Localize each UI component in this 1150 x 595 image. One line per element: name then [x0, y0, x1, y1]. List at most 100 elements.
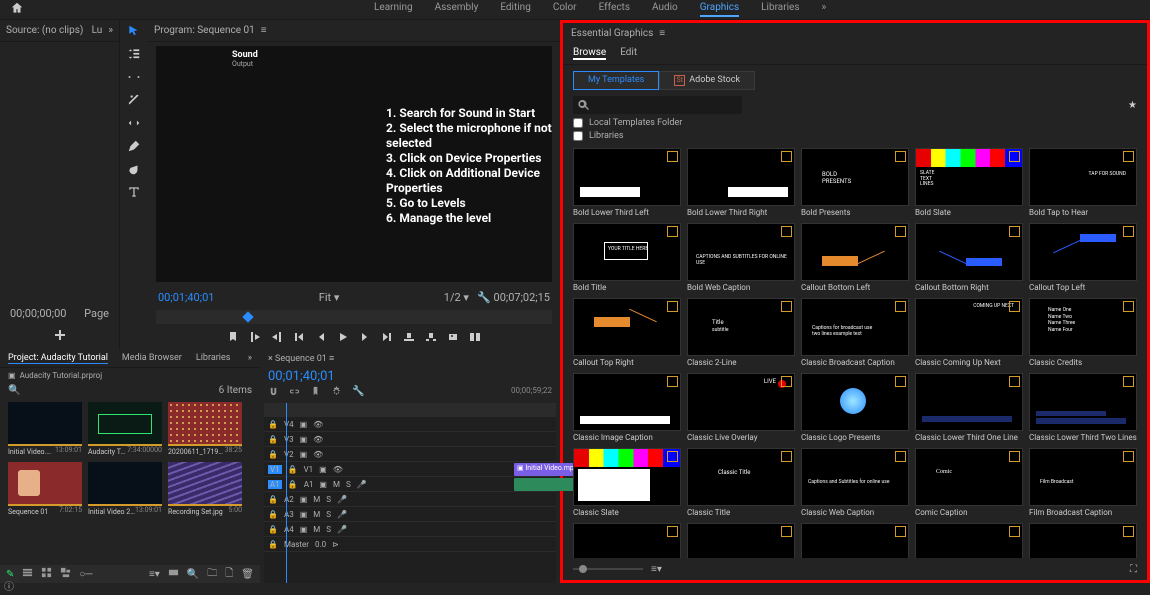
timeline-timecode[interactable]: 00;01;40;01 [268, 369, 552, 384]
ws-libraries[interactable]: Libraries [761, 2, 799, 17]
ws-audio[interactable]: Audio [652, 2, 678, 17]
bin-item[interactable]: 20200611_171937...38:25 [168, 402, 242, 456]
libraries-checkbox[interactable] [573, 131, 583, 141]
eg-template-item[interactable]: Bold Lower Third Right [687, 148, 795, 217]
adobe-stock-button[interactable]: StAdobe Stock [659, 71, 755, 90]
local-templates-checkbox[interactable] [573, 118, 583, 128]
slip-icon[interactable] [127, 116, 141, 133]
goto-out-icon[interactable] [381, 331, 393, 346]
overflow-icon[interactable]: » [108, 25, 113, 36]
eg-template-item[interactable]: Classic Lower Third Two Lines [1029, 373, 1137, 442]
goto-in-icon[interactable] [293, 331, 305, 346]
step-back-icon[interactable] [315, 331, 327, 346]
list-view-icon[interactable] [22, 567, 33, 581]
ws-effects[interactable]: Effects [599, 2, 630, 17]
track-select-icon[interactable] [127, 47, 141, 64]
eg-template-item[interactable] [573, 523, 681, 558]
eg-template-item[interactable]: Classic Lower Third One Line [915, 373, 1023, 442]
eg-template-item[interactable]: Classic Slate [573, 448, 681, 517]
eg-template-item[interactable]: Callout Bottom Right [915, 223, 1023, 292]
new-bin-icon[interactable]: 🗀 [207, 566, 217, 583]
eg-template-item[interactable]: Captions and Subtitles for online useCla… [801, 448, 909, 517]
sequence-tab[interactable]: × Sequence 01 ≡ [268, 353, 334, 364]
type-icon[interactable] [127, 185, 141, 202]
eg-template-item[interactable]: BOLDPRESENTSBold Presents [801, 148, 909, 217]
eg-template-item[interactable]: Name OneName TwoName ThreeName FourClass… [1029, 298, 1137, 367]
eg-template-item[interactable]: SLATETEXTLINESBold Slate [915, 148, 1023, 217]
eg-template-item[interactable]: LIVEClassic Live Overlay [687, 373, 795, 442]
ws-editing[interactable]: Editing [500, 2, 531, 17]
ws-learning[interactable]: Learning [374, 2, 413, 17]
play-icon[interactable] [337, 331, 349, 346]
favorite-icon[interactable]: ★ [1128, 100, 1137, 111]
program-in-tc[interactable]: 00;01;40;01 [158, 291, 214, 304]
eg-template-item[interactable]: CAPTIONS AND SUBTITLES FOR ONLINE USEBol… [687, 223, 795, 292]
eg-template-item[interactable]: Captions for broadcast usetwo lines exam… [801, 298, 909, 367]
project-tab[interactable]: Project: Audacity Tutorial [8, 353, 108, 364]
new-item-icon[interactable]: 🗋 [225, 566, 233, 583]
marker2-icon[interactable] [310, 386, 321, 400]
thumbnail-size-slider[interactable] [573, 568, 643, 570]
my-templates-button[interactable]: My Templates [573, 71, 659, 90]
panel-menu-icon[interactable]: ≡ [261, 25, 267, 36]
ws-color[interactable]: Color [553, 2, 577, 17]
home-icon[interactable] [10, 1, 24, 18]
icon-view-icon[interactable] [41, 567, 52, 581]
eg-template-item[interactable]: COMING UP NEXTClassic Coming Up Next [915, 298, 1023, 367]
hand-icon[interactable] [127, 162, 141, 179]
sort-icon[interactable]: ≡▾ [651, 564, 662, 575]
program-scrubber[interactable] [156, 310, 552, 324]
bin-item[interactable]: Recording Set.jpg5:00 [168, 462, 242, 516]
auto-match-icon[interactable] [168, 567, 179, 581]
bin-item[interactable]: Sequence 017:02:15 [8, 462, 82, 516]
program-monitor[interactable]: Sound Output 1. Search for Sound in Star… [156, 46, 552, 282]
bin-item[interactable]: Audacity Tuto...7:34:00000 [88, 402, 162, 456]
razor-icon[interactable] [127, 93, 141, 110]
eg-template-item[interactable] [915, 523, 1023, 558]
settings-icon[interactable] [331, 386, 342, 400]
eg-template-item[interactable] [1029, 523, 1137, 558]
eg-template-item[interactable]: Callout Bottom Left [801, 223, 909, 292]
bin-item[interactable]: Initial Video 2...13:09:01 [88, 462, 162, 516]
eg-search-input[interactable] [573, 96, 742, 114]
ripple-edit-icon[interactable] [127, 70, 141, 87]
libraries-tab[interactable]: Libraries [196, 353, 231, 364]
eg-template-item[interactable]: Classic TitleClassic Title [687, 448, 795, 517]
freeform-icon[interactable] [60, 567, 71, 581]
timeline-tracks[interactable]: 🔒V4▣👁 🔒V3▣👁 🔒V2▣👁 V1🔒V1▣👁▣ Initial Video… [264, 417, 556, 583]
eg-template-item[interactable]: Classic Image Caption [573, 373, 681, 442]
sort-icon[interactable]: ≡▾ [149, 569, 160, 580]
eg-template-grid[interactable]: Bold Lower Third LeftBold Lower Third Ri… [563, 144, 1147, 558]
in-point-icon[interactable] [249, 331, 261, 346]
overflow-icon[interactable]: » [248, 353, 252, 364]
eg-template-item[interactable] [687, 523, 795, 558]
eg-template-item[interactable]: TitlesubtitleClassic 2-Line [687, 298, 795, 367]
timeline-ruler[interactable] [264, 403, 556, 417]
wrench-icon[interactable]: 🔧 [352, 386, 364, 400]
panel-menu-icon[interactable]: ≡ [659, 28, 665, 39]
zoom-slider-icon[interactable]: ○─ [79, 569, 92, 580]
extract-icon[interactable] [425, 331, 437, 346]
source-fit[interactable]: Page [84, 307, 109, 320]
ws-overflow-icon[interactable]: » [822, 2, 827, 17]
eg-template-item[interactable]: ComicComic Caption [915, 448, 1023, 517]
expand-icon[interactable]: ⛶ [1130, 564, 1137, 575]
ws-assembly[interactable]: Assembly [435, 2, 479, 17]
program-scale[interactable]: 1/2 [444, 291, 461, 304]
out-point-icon[interactable] [271, 331, 283, 346]
eg-template-item[interactable]: Film BroadcastFilm Broadcast Caption [1029, 448, 1137, 517]
bin-item[interactable]: Initial Video.mp413:09:01 [8, 402, 82, 456]
program-fit[interactable]: Fit [319, 291, 331, 304]
marker-icon[interactable] [227, 331, 239, 346]
pen-icon[interactable] [127, 139, 141, 156]
selection-tool-icon[interactable] [127, 24, 141, 41]
eg-template-item[interactable]: Bold Lower Third Left [573, 148, 681, 217]
eg-template-item[interactable] [801, 523, 909, 558]
eg-template-item[interactable]: YOUR TITLE HEREBold Title [573, 223, 681, 292]
eg-template-item[interactable]: Callout Top Right [573, 298, 681, 367]
linked-icon[interactable] [289, 386, 300, 400]
find-icon[interactable]: 🔍 [187, 569, 199, 580]
media-browser-tab[interactable]: Media Browser [122, 353, 182, 364]
add-marker-icon[interactable] [54, 329, 66, 344]
export-frame-icon[interactable] [447, 331, 459, 346]
